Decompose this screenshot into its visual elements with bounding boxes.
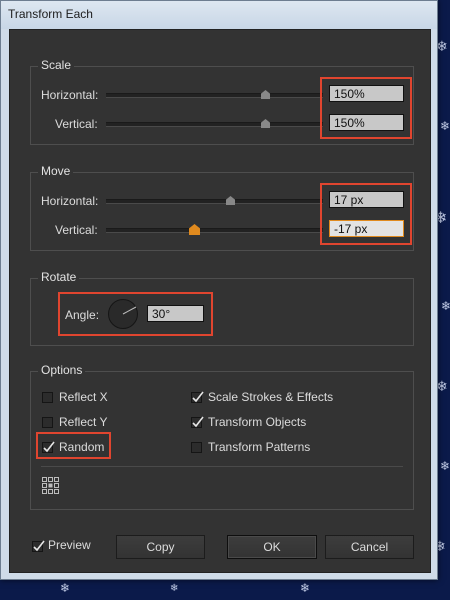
options-group: Options Reflect X Reflect Y Random Scale… <box>30 363 414 510</box>
angle-input[interactable]: 30° <box>147 305 204 322</box>
scale-vertical-label: Vertical: <box>55 117 98 131</box>
checkmark-icon <box>33 540 45 552</box>
move-horizontal-label: Horizontal: <box>41 194 99 208</box>
snowflake-icon: ❄ <box>300 581 311 595</box>
scale-vertical-slider[interactable] <box>106 119 323 128</box>
window-title: Transform Each <box>8 7 93 21</box>
scale-legend: Scale <box>38 58 75 72</box>
move-legend: Move <box>38 164 74 178</box>
cancel-button[interactable]: Cancel <box>325 535 414 559</box>
reflect-x-checkbox[interactable] <box>42 392 53 403</box>
snowflake-icon: ❄ <box>60 581 71 595</box>
transform-each-dialog: Transform Each Scale Horizontal: 150% Ve… <box>0 0 438 580</box>
slider-thumb[interactable] <box>189 224 200 235</box>
title-bar[interactable]: Transform Each <box>1 1 437 29</box>
slider-thumb[interactable] <box>261 90 270 99</box>
random-checkbox[interactable] <box>42 441 55 453</box>
angle-label: Angle: <box>65 308 100 322</box>
scale-strokes-label: Scale Strokes & Effects <box>208 390 334 404</box>
preview-checkbox[interactable] <box>32 540 45 552</box>
snowflake-icon: ❄ <box>441 299 450 313</box>
options-divider <box>41 466 403 467</box>
move-horizontal-slider[interactable] <box>106 196 323 205</box>
slider-thumb[interactable] <box>261 119 270 128</box>
move-vertical-label: Vertical: <box>55 223 98 237</box>
transform-objects-label: Transform Objects <box>208 415 307 429</box>
reflect-x-label: Reflect X <box>59 390 108 404</box>
rotate-group: Rotate Angle: 30° <box>30 270 414 346</box>
checkmark-icon <box>192 391 204 403</box>
move-vertical-slider[interactable] <box>106 224 323 235</box>
scale-horizontal-slider[interactable] <box>106 90 323 99</box>
angle-dial-needle-icon <box>122 306 137 315</box>
preview-label: Preview <box>48 538 91 552</box>
scale-group: Scale Horizontal: 150% Vertical: 150% <box>30 58 414 145</box>
move-vertical-input[interactable]: -17 px <box>329 220 404 237</box>
move-group: Move Horizontal: 17 px Vertical: -17 px <box>30 164 414 251</box>
options-legend: Options <box>38 363 86 377</box>
transform-patterns-checkbox[interactable] <box>191 442 202 453</box>
copy-button[interactable]: Copy <box>116 535 205 559</box>
scale-vertical-input[interactable]: 150% <box>329 114 404 131</box>
snowflake-icon: ❄ <box>440 459 450 473</box>
reflect-y-checkbox[interactable] <box>42 417 53 428</box>
scale-horizontal-input[interactable]: 150% <box>329 85 404 102</box>
scale-horizontal-label: Horizontal: <box>41 88 99 102</box>
dialog-body: Scale Horizontal: 150% Vertical: 150% Mo… <box>9 29 431 573</box>
checkmark-icon <box>43 441 55 453</box>
reflect-y-label: Reflect Y <box>59 415 108 429</box>
snowflake-icon: ❄ <box>170 583 179 594</box>
transform-objects-checkbox[interactable] <box>191 416 204 428</box>
rotate-legend: Rotate <box>38 270 80 284</box>
scale-strokes-checkbox[interactable] <box>191 391 204 403</box>
angle-dial[interactable] <box>108 299 138 329</box>
transform-patterns-label: Transform Patterns <box>208 440 311 454</box>
slider-thumb[interactable] <box>226 196 235 205</box>
reference-point-icon[interactable] <box>41 476 61 496</box>
move-horizontal-input[interactable]: 17 px <box>329 191 404 208</box>
snowflake-icon: ❄ <box>440 119 450 133</box>
random-label: Random <box>59 440 105 454</box>
checkmark-icon <box>192 416 204 428</box>
ok-button[interactable]: OK <box>227 535 317 559</box>
